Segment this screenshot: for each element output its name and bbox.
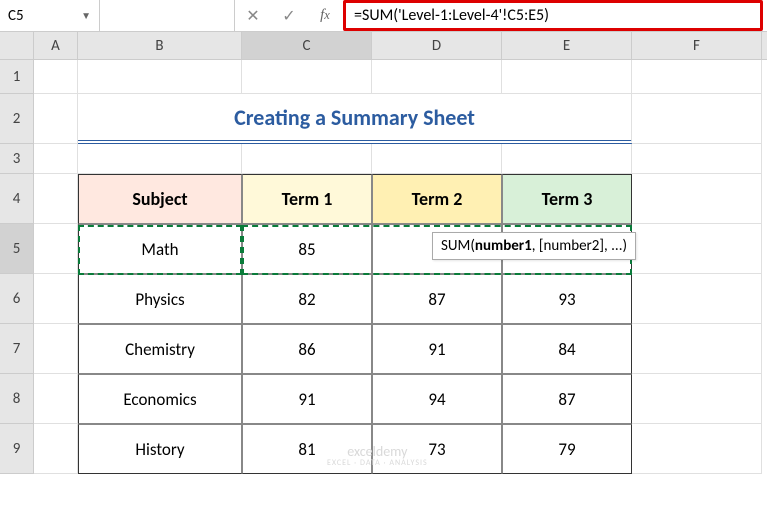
col-header-e[interactable]: E [502, 32, 632, 59]
cell-f6[interactable] [632, 274, 762, 324]
cell-t3-4[interactable]: 79 [502, 424, 632, 474]
tooltip-arg1: number1 [475, 237, 532, 255]
row-2: 2 Creating a Summary Sheet [0, 94, 767, 144]
sheet-title[interactable]: Creating a Summary Sheet [78, 94, 632, 144]
cell-subject-4[interactable]: History [78, 424, 242, 474]
cell-f2[interactable] [632, 94, 762, 144]
select-all-corner[interactable] [0, 32, 34, 59]
cell-e1[interactable] [502, 60, 632, 94]
cell-e3[interactable] [502, 144, 632, 174]
cell-f5[interactable] [632, 224, 762, 274]
formula-bar: C5 ▼ ✕ ✓ fx =SUM('Level-1:Level-4'!C5:E5… [0, 0, 767, 32]
row-1: 1 [0, 60, 767, 94]
cell-f1[interactable] [632, 60, 762, 94]
name-box-value: C5 [8, 7, 24, 25]
formula-input[interactable]: =SUM('Level-1:Level-4'!C5:E5) [343, 0, 763, 31]
formula-bar-tools: ✕ ✓ fx [235, 0, 343, 31]
cell-c3[interactable] [242, 144, 372, 174]
row-header-6[interactable]: 6 [0, 274, 34, 324]
grid-rows: 1 2 Creating a Summary Sheet 3 4 [0, 60, 767, 474]
cell-a7[interactable] [34, 324, 78, 374]
cell-a3[interactable] [34, 144, 78, 174]
cell-f7[interactable] [632, 324, 762, 374]
cell-t3-2[interactable]: 84 [502, 324, 632, 374]
cell-subject-0[interactable]: Math [78, 224, 242, 274]
cell-a4[interactable] [34, 174, 78, 224]
cell-t2-2[interactable]: 91 [372, 324, 502, 374]
header-term1[interactable]: Term 1 [242, 174, 372, 224]
cell-t2-4[interactable]: 73 [372, 424, 502, 474]
function-tooltip: SUM(number1, [number2], ...) [432, 232, 636, 260]
row-6: 6 Physics 82 87 93 [0, 274, 767, 324]
cell-a6[interactable] [34, 274, 78, 324]
name-box[interactable]: C5 ▼ [0, 0, 100, 31]
cell-t1-0[interactable]: 85 [242, 224, 372, 274]
row-header-8[interactable]: 8 [0, 374, 34, 424]
col-header-b[interactable]: B [78, 32, 242, 59]
row-4: 4 Subject Term 1 Term 2 Term 3 [0, 174, 767, 224]
row-header-7[interactable]: 7 [0, 324, 34, 374]
cell-f9[interactable] [632, 424, 762, 474]
cell-b1[interactable] [78, 60, 242, 94]
cell-t1-3[interactable]: 91 [242, 374, 372, 424]
col-header-a[interactable]: A [34, 32, 78, 59]
cell-a8[interactable] [34, 374, 78, 424]
cell-subject-1[interactable]: Physics [78, 274, 242, 324]
row-7: 7 Chemistry 86 91 84 [0, 324, 767, 374]
cell-t2-1[interactable]: 87 [372, 274, 502, 324]
formula-text: =SUM('Level-1:Level-4'!C5:E5) [354, 6, 549, 25]
cancel-icon[interactable]: ✕ [235, 0, 271, 31]
cell-t3-3[interactable]: 87 [502, 374, 632, 424]
row-header-9[interactable]: 9 [0, 424, 34, 474]
cell-t3-1[interactable]: 93 [502, 274, 632, 324]
dropdown-icon[interactable]: ▼ [81, 9, 91, 22]
row-header-1[interactable]: 1 [0, 60, 34, 94]
row-header-3[interactable]: 3 [0, 144, 34, 174]
row-3: 3 [0, 144, 767, 174]
col-header-d[interactable]: D [372, 32, 502, 59]
cell-f8[interactable] [632, 374, 762, 424]
header-term3[interactable]: Term 3 [502, 174, 632, 224]
cell-a5[interactable] [34, 224, 78, 274]
cell-c1[interactable] [242, 60, 372, 94]
cell-a1[interactable] [34, 60, 78, 94]
tooltip-func: SUM( [441, 237, 475, 255]
formula-bar-spacer [100, 0, 235, 31]
cell-subject-3[interactable]: Economics [78, 374, 242, 424]
cell-subject-2[interactable]: Chemistry [78, 324, 242, 374]
row-header-2[interactable]: 2 [0, 94, 34, 144]
cell-f3[interactable] [632, 144, 762, 174]
cell-d3[interactable] [372, 144, 502, 174]
tooltip-rest: , [number2], ...) [532, 237, 627, 255]
cell-d1[interactable] [372, 60, 502, 94]
row-5: 5 Math 85 9 [0, 224, 767, 274]
enter-icon[interactable]: ✓ [271, 0, 307, 31]
col-header-c[interactable]: C [242, 32, 372, 59]
cell-t1-1[interactable]: 82 [242, 274, 372, 324]
row-header-5[interactable]: 5 [0, 224, 34, 274]
cell-b3[interactable] [78, 144, 242, 174]
col-header-f[interactable]: F [632, 32, 762, 59]
header-subject[interactable]: Subject [78, 174, 242, 224]
cell-t1-4[interactable]: 81 [242, 424, 372, 474]
cell-t2-3[interactable]: 94 [372, 374, 502, 424]
spreadsheet-grid: A B C D E F 1 2 Creating a Summary Sheet… [0, 32, 767, 474]
cell-f4[interactable] [632, 174, 762, 224]
fx-icon[interactable]: fx [307, 0, 343, 31]
row-8: 8 Economics 91 94 87 [0, 374, 767, 424]
column-headers: A B C D E F [0, 32, 767, 60]
header-term2[interactable]: Term 2 [372, 174, 502, 224]
cell-a2[interactable] [34, 94, 78, 144]
row-header-4[interactable]: 4 [0, 174, 34, 224]
row-9: 9 History 81 73 79 [0, 424, 767, 474]
cell-t1-2[interactable]: 86 [242, 324, 372, 374]
cell-a9[interactable] [34, 424, 78, 474]
